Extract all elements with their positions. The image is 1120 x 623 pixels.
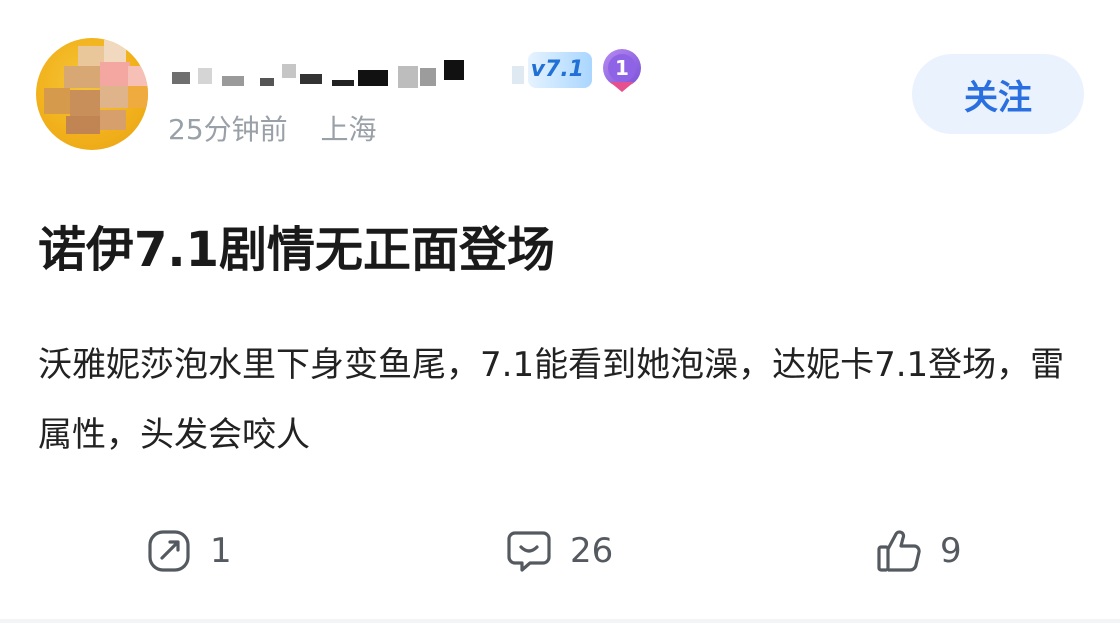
medal-icon: 1 (600, 48, 644, 94)
thumbs-up-icon (877, 530, 921, 572)
like-count: 9 (940, 531, 962, 571)
post-card: v7.1 1 25分钟前 上海 关注 诺伊7.1剧情无正面登场 沃雅妮莎泡水里下… (0, 0, 1120, 623)
medal-number: 1 (615, 56, 629, 80)
comment-button[interactable]: 26 (506, 524, 613, 578)
like-button[interactable]: 9 (876, 524, 962, 578)
post-location: 上海 (320, 113, 377, 146)
post-title[interactable]: 诺伊7.1剧情无正面登场 (38, 214, 1088, 286)
post-time: 25分钟前 (168, 113, 288, 146)
avatar[interactable] (36, 38, 148, 150)
share-button[interactable]: 1 (146, 524, 232, 578)
share-icon (148, 530, 190, 572)
divider (0, 619, 1120, 623)
share-count: 1 (210, 531, 232, 571)
post-meta: 25分钟前 上海 (168, 108, 377, 148)
comment-count: 26 (570, 531, 614, 571)
level-badge: v7.1 (528, 52, 592, 88)
post-body[interactable]: 沃雅妮莎泡水里下身变鱼尾，7.1能看到她泡澡，达妮卡7.1登场，雷属性，头发会咬… (38, 330, 1084, 470)
comment-icon (507, 531, 551, 572)
follow-button[interactable]: 关注 (912, 54, 1084, 134)
username-masked[interactable] (162, 58, 524, 92)
